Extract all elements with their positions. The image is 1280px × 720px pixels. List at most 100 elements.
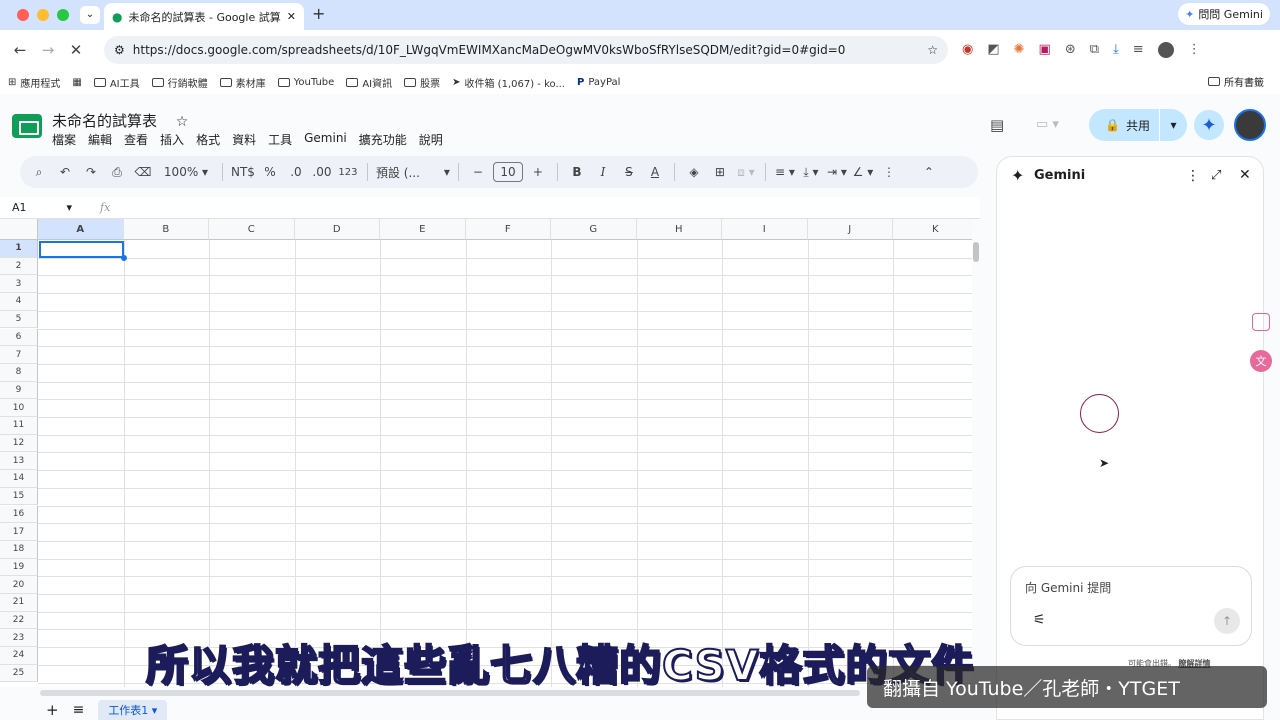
collapse-menu-icon[interactable]: ⌃ [918, 160, 940, 184]
row-header-2[interactable]: 2 [0, 257, 38, 276]
new-tab-icon[interactable]: + [312, 4, 325, 23]
comments-icon[interactable]: ▤ [990, 116, 1004, 134]
row-header-17[interactable]: 17 [0, 523, 38, 541]
all-sheets-icon[interactable]: ≡ [73, 702, 85, 718]
extensions-puzzle-icon[interactable]: ⧉ [1090, 42, 1099, 58]
download-icon[interactable]: ⤓ [1113, 42, 1119, 58]
site-info-icon[interactable]: ⚙ [114, 43, 125, 57]
row-header-7[interactable]: 7 [0, 346, 38, 364]
more-options-icon[interactable]: ⋮ [878, 160, 900, 184]
menu-view[interactable]: 查看 [124, 131, 148, 148]
minimize-window-icon[interactable] [37, 9, 49, 21]
share-dropdown-icon[interactable]: ▾ [1159, 109, 1187, 141]
bookmark-stocks[interactable]: 股票 [404, 75, 440, 90]
menu-edit[interactable]: 編輯 [88, 131, 112, 148]
paint-format-icon[interactable]: ⌫ [132, 160, 154, 184]
bookmark-paypal[interactable]: P PayPal [577, 77, 620, 88]
star-icon[interactable]: ☆ [176, 114, 189, 130]
row-header-3[interactable]: 3 [0, 275, 38, 294]
column-header-e[interactable]: E [380, 219, 466, 240]
row-header-5[interactable]: 5 [0, 310, 38, 329]
browser-menu-icon[interactable]: ⋮ [1188, 42, 1201, 58]
tab-groups-icon[interactable]: ▦ [72, 77, 81, 88]
fill-handle[interactable] [121, 255, 127, 261]
menu-data[interactable]: 資料 [232, 131, 256, 148]
vertical-scrollbar[interactable] [973, 242, 979, 262]
name-box[interactable]: A1 ▾ [0, 201, 80, 214]
menu-help[interactable]: 說明 [419, 131, 443, 148]
side-translate-icon[interactable]: 文 [1250, 350, 1272, 372]
column-header-f[interactable]: F [465, 219, 551, 240]
extension-openai-icon[interactable]: ⊛ [1065, 42, 1076, 58]
fill-color-icon[interactable]: ◈ [683, 160, 705, 184]
zoom-select[interactable]: 100% ▾ [158, 160, 214, 184]
row-header-6[interactable]: 6 [0, 328, 38, 347]
back-icon[interactable]: ← [6, 36, 34, 64]
column-header-k[interactable]: K [893, 219, 972, 240]
row-header-10[interactable]: 10 [0, 399, 38, 417]
text-rotation-icon[interactable]: ∠ ▾ [852, 160, 874, 184]
spreadsheet-grid[interactable]: ABCDEFGHIJK 1 2 3 4 5 6 7 8 9 10 11 12 13 14 15 16 17 18 1… [0, 219, 972, 687]
currency-format-button[interactable]: NT$ [231, 160, 255, 184]
bookmark-youtube[interactable]: YouTube [277, 77, 334, 88]
bookmark-ai-tools[interactable]: AI工具 [93, 75, 140, 90]
increase-decimal-button[interactable]: .00 [311, 160, 333, 184]
tab-search-chevron-icon[interactable]: ⌄ [80, 6, 100, 24]
row-header-22[interactable]: 22 [0, 611, 38, 630]
merge-cells-icon[interactable]: ⧈ ▾ [735, 160, 757, 184]
row-header-19[interactable]: 19 [0, 558, 38, 577]
text-color-icon[interactable]: A [644, 160, 666, 184]
row-header-18[interactable]: 18 [0, 540, 38, 559]
close-tab-icon[interactable]: ✕ [287, 10, 296, 23]
font-size-input[interactable]: 10 [492, 162, 523, 182]
row-header-13[interactable]: 13 [0, 452, 38, 471]
font-size-increase-icon[interactable]: + [527, 160, 549, 184]
sheet-tab-1[interactable]: 工作表1 ▾ [98, 700, 168, 720]
row-header-8[interactable]: 8 [0, 363, 38, 382]
meet-video-icon[interactable]: ▭ ▾ [1036, 117, 1059, 132]
bookmark-apps[interactable]: ⊞ 應用程式 [8, 75, 60, 90]
bookmark-star-icon[interactable]: ☆ [927, 43, 938, 57]
menu-insert[interactable]: 插入 [160, 131, 184, 148]
bold-icon[interactable]: B [566, 160, 588, 184]
extension-burst-icon[interactable]: ✺ [1014, 42, 1025, 58]
row-header-9[interactable]: 9 [0, 381, 38, 400]
sheets-logo-icon[interactable] [12, 114, 42, 138]
extension-record-icon[interactable]: ◉ [962, 42, 973, 58]
profile-avatar[interactable] [1157, 42, 1174, 58]
italic-icon[interactable]: I [592, 160, 614, 184]
row-header-14[interactable]: 14 [0, 470, 38, 488]
column-header-a[interactable]: A [38, 219, 124, 240]
column-header-g[interactable]: G [551, 219, 637, 240]
menu-tools[interactable]: 工具 [268, 131, 292, 148]
row-header-16[interactable]: 16 [0, 505, 38, 524]
omnibox[interactable]: ⚙ https://docs.google.com/spreadsheets/d… [104, 36, 948, 64]
row-header-12[interactable]: 12 [0, 434, 38, 453]
gemini-prompt-box[interactable] [1010, 566, 1252, 646]
borders-icon[interactable]: ⊞ [709, 160, 731, 184]
account-avatar[interactable] [1234, 109, 1266, 141]
ask-gemini-button[interactable]: ✦ 問問 Gemini [1178, 3, 1270, 25]
font-size-decrease-icon[interactable]: − [467, 160, 489, 184]
send-arrow-icon[interactable]: ↑ [1214, 608, 1240, 634]
close-panel-icon[interactable]: ✕ [1239, 167, 1251, 183]
maximize-window-icon[interactable] [57, 9, 69, 21]
expand-panel-icon[interactable]: ⤢ [1211, 168, 1221, 183]
menu-file[interactable]: 檔案 [52, 131, 76, 148]
share-button[interactable]: 🔒 共用 ▾ [1089, 109, 1187, 141]
row-header-1[interactable]: 1 [0, 240, 38, 258]
text-wrap-icon[interactable]: ⇥ ▾ [826, 160, 848, 184]
strikethrough-icon[interactable]: S [618, 160, 640, 184]
gemini-toggle-icon[interactable]: ✦ [1194, 110, 1224, 140]
menu-format[interactable]: 格式 [196, 131, 220, 148]
bookmark-marketing[interactable]: 行銷軟體 [151, 75, 208, 90]
column-header-j[interactable]: J [807, 219, 893, 240]
document-title[interactable]: 未命名的試算表 ☆ [52, 110, 188, 131]
row-header-20[interactable]: 20 [0, 576, 38, 594]
column-header-i[interactable]: I [722, 219, 808, 240]
row-header-11[interactable]: 11 [0, 417, 38, 435]
column-header-d[interactable]: D [294, 219, 380, 240]
percent-format-button[interactable]: % [259, 160, 281, 184]
column-header-b[interactable]: B [123, 219, 209, 240]
gemini-more-icon[interactable]: ⋮ [1186, 168, 1200, 184]
